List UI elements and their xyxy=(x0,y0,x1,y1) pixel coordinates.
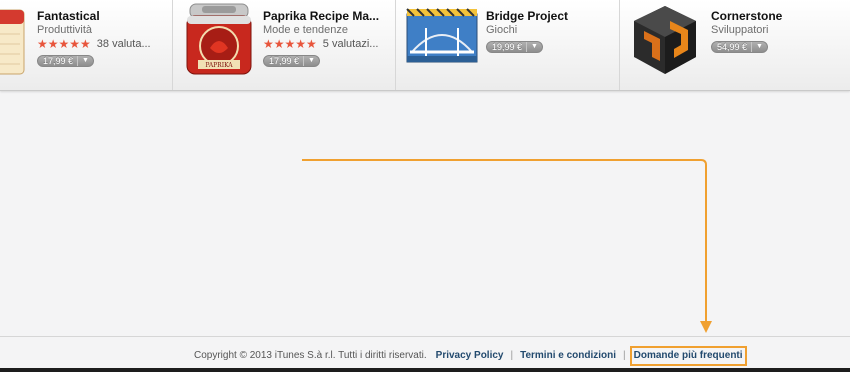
page-footer: Copyright © 2013 iTunes S.à r.l. Tutti i… xyxy=(0,336,850,372)
footer-separator: | xyxy=(510,350,514,361)
annotation-arrow xyxy=(302,159,712,333)
privacy-policy-link[interactable]: Privacy Policy xyxy=(436,349,504,363)
footer-separator: | xyxy=(623,350,626,361)
faq-highlight-box: Domande più frequenti xyxy=(629,346,747,366)
copyright-text: Copyright © 2013 iTunes S.à r.l. Tutti i… xyxy=(194,350,427,361)
terms-link[interactable]: Termini e condizioni xyxy=(520,349,616,363)
bottom-border xyxy=(0,368,850,372)
faq-link[interactable]: Domande più frequenti xyxy=(634,350,743,361)
